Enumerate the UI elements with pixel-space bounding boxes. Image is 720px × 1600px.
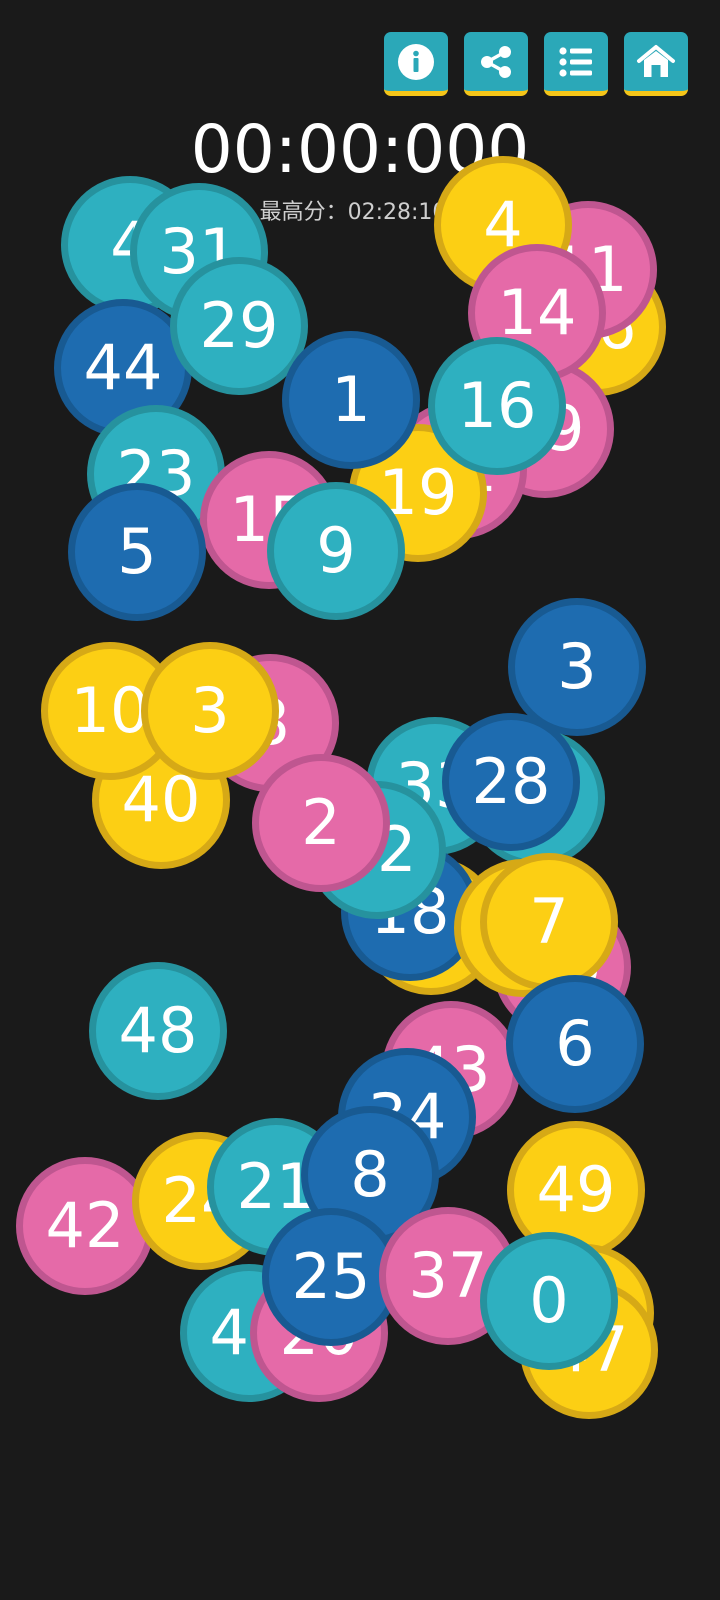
ball-6[interactable]: 6 bbox=[506, 975, 644, 1113]
ball-5[interactable]: 5 bbox=[68, 483, 206, 621]
ball-2[interactable]: 2 bbox=[252, 754, 390, 892]
ball-42[interactable]: 42 bbox=[16, 1157, 154, 1295]
ball-3[interactable]: 3 bbox=[141, 642, 279, 780]
ball-28[interactable]: 28 bbox=[442, 713, 580, 851]
ball-1[interactable]: 1 bbox=[282, 331, 420, 469]
game-board: 4639114431442914121916123155934081032733… bbox=[0, 0, 720, 1600]
ball-9[interactable]: 9 bbox=[267, 482, 405, 620]
ball-7[interactable]: 7 bbox=[480, 853, 618, 991]
ball-16[interactable]: 16 bbox=[428, 337, 566, 475]
ball-0[interactable]: 0 bbox=[480, 1232, 618, 1370]
ball-48[interactable]: 48 bbox=[89, 962, 227, 1100]
